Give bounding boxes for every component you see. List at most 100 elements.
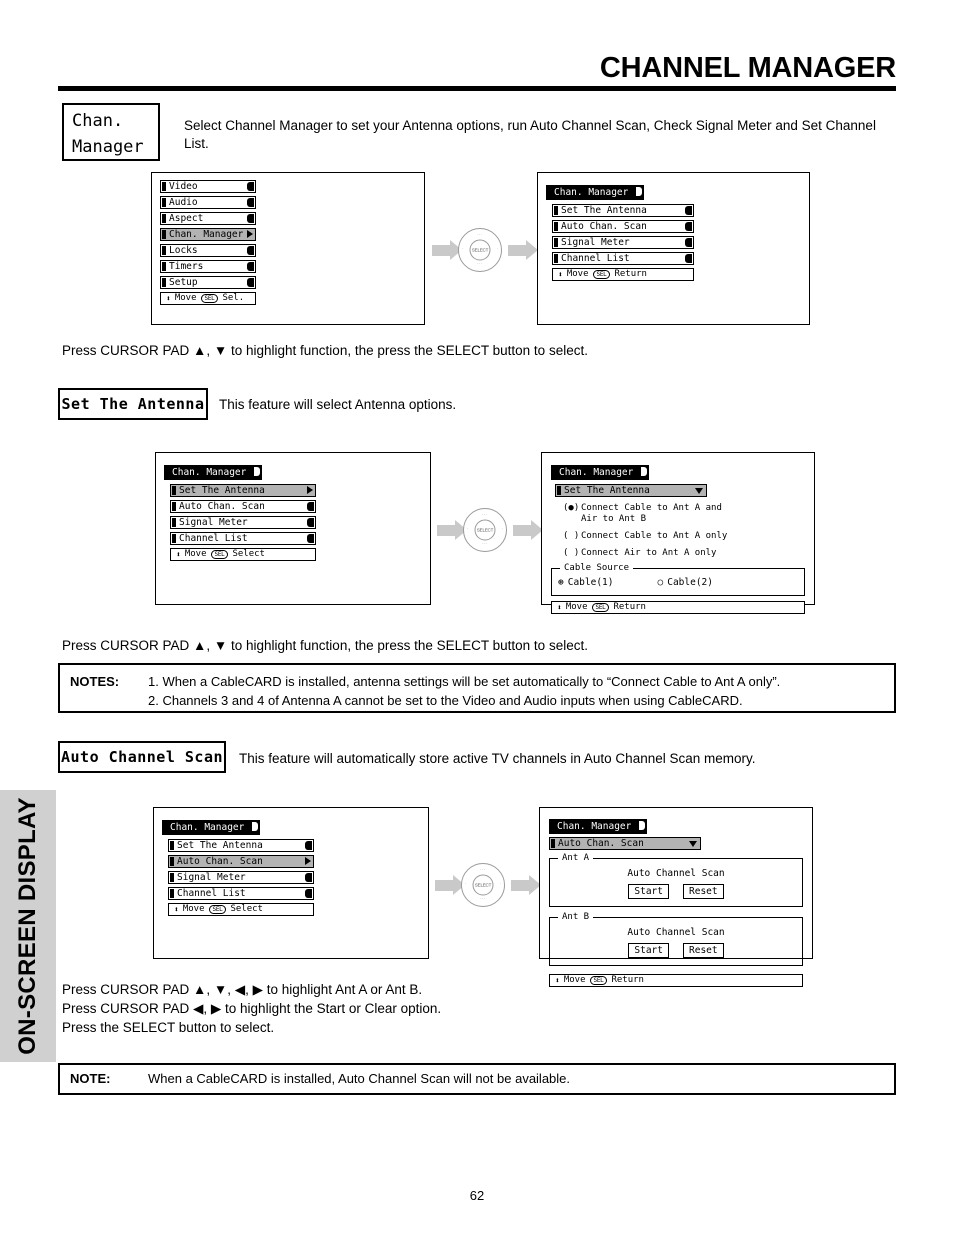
notes-antenna-box: NOTES: 1. When a CableCARD is installed,… (58, 663, 896, 713)
ant-b-reset-button[interactable]: Reset (683, 943, 724, 958)
menu-item-setup[interactable]: Setup (160, 276, 256, 289)
osd-title-label: Chan. Manager (172, 467, 247, 478)
osd-title-chan-manager: Chan. Manager (546, 185, 645, 200)
antenna-option-cable-a-air-b[interactable]: (●) Connect Cable to Ant A and Air to An… (551, 503, 805, 525)
menu-item-label: Channel List (177, 888, 246, 899)
menu-item-label: Signal Meter (179, 517, 248, 528)
footer-action-label: Select (230, 904, 263, 914)
footer-action-label: Return (614, 269, 647, 279)
row-right-cap (247, 262, 254, 271)
osd-title-chan-manager: Chan. Manager (162, 820, 261, 835)
radio-selected-icon[interactable]: (●) (563, 503, 581, 514)
dpad-icon[interactable]: ··· ··· · · SELECT (458, 228, 502, 272)
menu-item-signal-meter[interactable]: Signal Meter (168, 871, 314, 884)
row-left-bar (551, 839, 555, 848)
dpad-select-label[interactable]: SELECT (472, 874, 494, 896)
title-right-cap (254, 467, 261, 476)
row-right-cap (685, 238, 692, 247)
osd-title-chan-manager: Chan. Manager (164, 465, 263, 480)
menu-item-signal-meter[interactable]: Signal Meter (170, 516, 316, 529)
cable2-label: Cable(2) (667, 577, 713, 588)
footer-move-label: Move (565, 602, 588, 612)
arrow-shaft-right (513, 525, 531, 536)
row-right-cap (307, 534, 314, 543)
dpad-left-tick: · (467, 526, 469, 532)
menu-item-set-the-antenna[interactable]: Set The Antenna (552, 204, 694, 217)
sel-badge-icon: SEL (589, 976, 608, 985)
dpad-icon[interactable]: ··· ··· · · SELECT (461, 863, 505, 907)
notes-label: NOTES: (70, 674, 120, 689)
menu-item-channel-list[interactable]: Channel List (170, 532, 316, 545)
diagram3-left-frame: Chan. Manager Set The Antenna Auto Chan.… (153, 807, 429, 959)
cable2-radio-icon[interactable]: ○ (658, 577, 664, 589)
radio-empty-icon[interactable]: ( ) (563, 548, 581, 559)
title-right-cap (252, 822, 259, 831)
title-divider (58, 86, 896, 91)
auto-channel-scan-badge: Auto Channel Scan (58, 741, 226, 773)
diagram3-right-frame: Chan. Manager Auto Chan. Scan Ant A Auto… (539, 807, 813, 987)
ant-b-start-button[interactable]: Start (628, 943, 669, 958)
updown-arrow-icon: ⬍ (166, 293, 171, 303)
instruction-3a: Press CURSOR PAD ▲, ▼, ◀, ▶ to highlight… (62, 982, 423, 997)
row-left-bar (162, 214, 166, 223)
chevron-down-icon (695, 488, 703, 494)
osd-subtitle-set-the-antenna[interactable]: Set The Antenna (555, 484, 707, 497)
dpad-select-label[interactable]: SELECT (469, 239, 491, 261)
menu-item-set-the-antenna[interactable]: Set The Antenna (168, 839, 314, 852)
dpad-up-tick: ··· (480, 867, 485, 873)
row-right-cap (307, 502, 314, 511)
cable1-radio-icon[interactable]: ⊛ (558, 577, 564, 589)
instruction-1: Press CURSOR PAD ▲, ▼ to highlight funct… (62, 343, 588, 358)
dpad-down-tick: ··· (482, 541, 487, 547)
menu-item-channel-list[interactable]: Channel List (552, 252, 694, 265)
menu-item-video[interactable]: Video (160, 180, 256, 193)
notes-item-1: 1. When a CableCARD is installed, antenn… (148, 674, 781, 689)
row-right-cap (305, 841, 312, 850)
row-left-bar (162, 182, 166, 191)
osd-title-chan-manager: Chan. Manager (549, 819, 648, 834)
menu-item-set-the-antenna[interactable]: Set The Antenna (170, 484, 316, 497)
menu-item-locks[interactable]: Locks (160, 244, 256, 257)
diagram1-right-frame: Chan. Manager Set The Antenna Auto Chan.… (537, 172, 810, 325)
note-text: When a CableCARD is installed, Auto Chan… (148, 1071, 571, 1086)
menu-item-aspect[interactable]: Aspect (160, 212, 256, 225)
osd-title-label: Chan. Manager (170, 822, 245, 833)
menu-item-timers[interactable]: Timers (160, 260, 256, 273)
row-right-cap (247, 182, 254, 191)
row-left-bar (162, 246, 166, 255)
ant-a-start-button[interactable]: Start (628, 884, 669, 899)
menu-item-channel-list[interactable]: Channel List (168, 887, 314, 900)
antenna-option-air-a-only[interactable]: ( ) Connect Air to Ant A only (551, 548, 805, 559)
row-right-cap (247, 278, 254, 287)
dpad-select-label[interactable]: SELECT (474, 519, 496, 541)
menu-item-auto-chan-scan[interactable]: Auto Chan. Scan (168, 855, 314, 868)
row-left-bar (170, 841, 174, 850)
osd-title-label: Chan. Manager (557, 821, 632, 832)
instruction-3c: Press the SELECT button to select. (62, 1020, 275, 1035)
osd-subtitle-auto-chan-scan[interactable]: Auto Chan. Scan (549, 837, 701, 850)
antenna-option-label: Connect Air to Ant A only (581, 548, 717, 558)
menu-item-signal-meter[interactable]: Signal Meter (552, 236, 694, 249)
ant-a-reset-button[interactable]: Reset (683, 884, 724, 899)
row-left-bar (172, 502, 176, 511)
sel-badge-icon: SEL (200, 294, 219, 303)
arrow-shaft-left (437, 525, 455, 536)
dpad-icon[interactable]: ··· ··· · · SELECT (463, 508, 507, 552)
chevron-down-icon (689, 841, 697, 847)
footer-move-label: Move (563, 975, 586, 985)
set-the-antenna-badge: Set The Antenna (58, 388, 208, 420)
note-label: NOTE: (70, 1071, 111, 1086)
menu-item-auto-chan-scan[interactable]: Auto Chan. Scan (170, 500, 316, 513)
antenna-option-cable-a-only[interactable]: ( ) Connect Cable to Ant A only (551, 531, 805, 542)
menu-footer-hint: ⬍ Move SEL Select (170, 548, 316, 561)
updown-arrow-icon: ⬍ (174, 904, 179, 914)
dpad-right-tick: · (496, 246, 498, 252)
radio-empty-icon[interactable]: ( ) (563, 531, 581, 542)
instruction-2: Press CURSOR PAD ▲, ▼ to highlight funct… (62, 638, 588, 653)
row-right-cap (305, 873, 312, 882)
chan-manager-badge-line1: Chan. (72, 111, 124, 131)
title-right-cap (639, 821, 646, 830)
menu-item-auto-chan-scan[interactable]: Auto Chan. Scan (552, 220, 694, 233)
menu-item-chan-manager[interactable]: Chan. Manager (160, 228, 256, 241)
menu-item-audio[interactable]: Audio (160, 196, 256, 209)
